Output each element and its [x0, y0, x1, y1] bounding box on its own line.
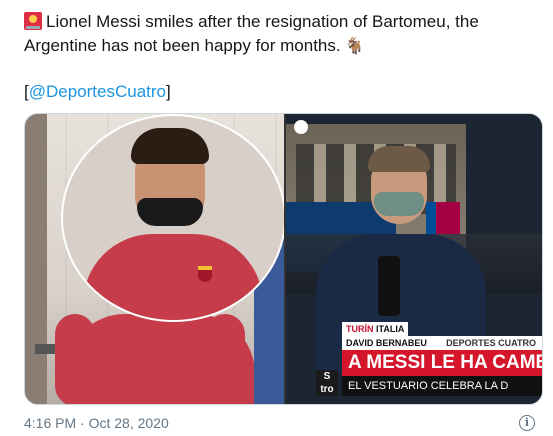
tweet-timestamp[interactable]: 4:16 PM · Oct 28, 2020 — [24, 415, 169, 431]
inset-shirt — [83, 234, 263, 320]
reporter-name-bar: DAVID BERNABEU DEPORTES CUATRO — [342, 336, 542, 350]
logo-text2: tro — [320, 384, 334, 395]
reporter-name: DAVID BERNABEU — [346, 338, 427, 348]
player-shirt — [65, 314, 255, 404]
tweet-text: Lionel Messi smiles after the resignatio… — [24, 10, 544, 59]
reporter-face-mask — [374, 192, 424, 216]
logo-text: S — [323, 371, 331, 382]
tv-lower-third: TURÍN ITALIA DAVID BERNABEU DEPORTES CUA… — [286, 322, 542, 404]
media-photo-left[interactable] — [25, 114, 284, 404]
mention-bracket-close: ] — [166, 82, 171, 101]
subheadline: EL VESTUARIO CELEBRA LA D — [342, 376, 542, 396]
mention-line: [@DeportesCuatro] — [24, 82, 171, 102]
location-country: ITALIA — [376, 324, 405, 334]
inset-face-mask — [137, 198, 203, 226]
media-photo-right[interactable]: TURÍN ITALIA DAVID BERNABEU DEPORTES CUA… — [286, 114, 542, 404]
channel-logo: S tro — [316, 370, 338, 396]
tweet-body: Lionel Messi smiles after the resignatio… — [24, 12, 479, 55]
headline: A MESSI LE HA CAMB — [342, 350, 542, 376]
barca-flag — [426, 202, 460, 234]
info-icon[interactable]: i — [519, 415, 535, 431]
location-tag: TURÍN ITALIA — [342, 322, 409, 336]
door-frame — [25, 114, 47, 404]
reporter-hair — [368, 146, 430, 172]
mention-link[interactable]: @DeportesCuatro — [29, 82, 166, 101]
club-crest — [198, 266, 212, 282]
rotating-light-icon — [24, 12, 42, 30]
channel-watermark-icon — [294, 120, 308, 134]
inset-hair — [131, 128, 209, 164]
location-city: TURÍN — [346, 324, 374, 334]
channel-label: DEPORTES CUATRO — [446, 338, 536, 348]
goat-icon: 🐐 — [344, 38, 365, 55]
face-zoom-inset — [61, 114, 284, 322]
microphone-icon — [378, 256, 400, 316]
tweet-media[interactable]: TURÍN ITALIA DAVID BERNABEU DEPORTES CUA… — [24, 113, 543, 405]
